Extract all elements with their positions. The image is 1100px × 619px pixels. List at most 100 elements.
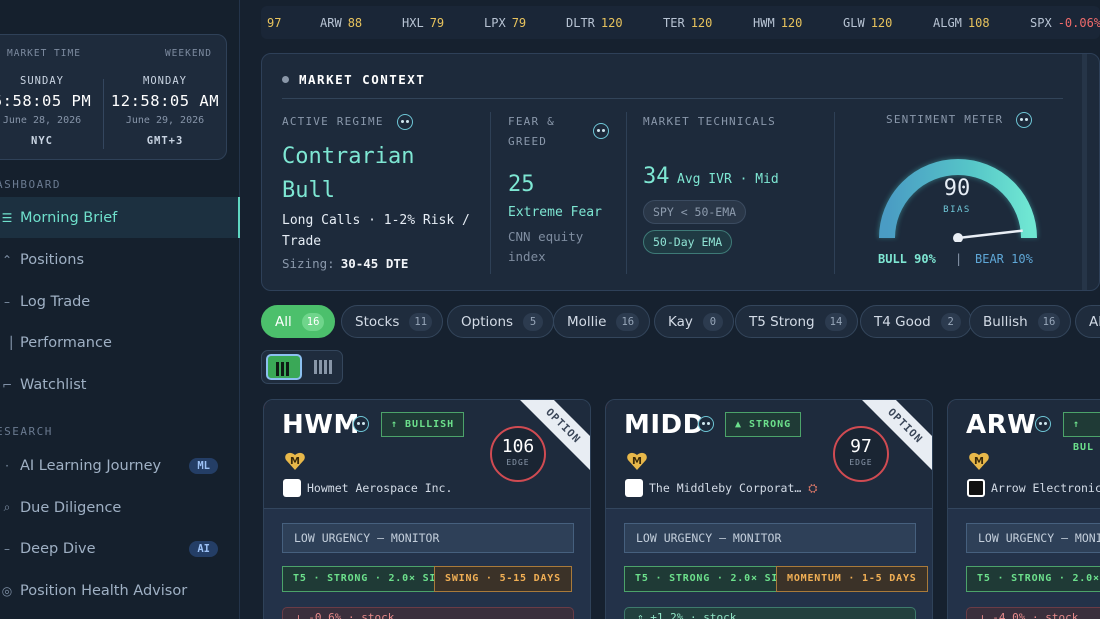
sentiment-caption: BIAS [943,205,971,215]
status-dot [282,76,289,83]
ivr-value: 34 [643,164,670,189]
signal-badge: ↑ BULLISH [381,412,465,437]
ticker-bar: 97 ARW 88 HXL 79 LPX 79 DLTR 120 TER 120 HWM 1… [261,6,1100,39]
heart-badge-icon: M [285,452,305,470]
sidebar-item-ai-learning-journey[interactable]: · AI Learning Journey ML [0,445,240,486]
ticker-item[interactable]: ARW 88 [320,16,362,30]
ticker-item[interactable]: SPX -0.06% [1030,16,1100,30]
info-face-icon[interactable] [593,123,609,139]
fear-greed-heading: FEAR & GREED [508,115,555,148]
market-clock: MARKET TIME WEEKEND SUNDAY 5:58:05 PM Ju… [0,34,227,160]
sidebar-item-label: Performance [20,334,112,351]
fear-greed-value: 25 [508,172,535,197]
dive-icon: – [4,541,10,556]
view-4-col-button[interactable] [308,354,338,380]
clock-day: MONDAY [143,75,187,87]
sentiment-value: 90 [943,176,971,201]
columns-icon [314,360,332,374]
regime-subtitle: Long Calls · 1-2% Risk / Trade [282,213,470,249]
timeframe-tag: MOMENTUM · 1-5 DAYS [776,566,928,592]
svg-text:M: M [974,456,984,467]
filter-chip-bullish[interactable]: Bullish 16 [969,305,1072,338]
performance-icon: ▕ [2,335,12,350]
chart-icon: ⌃ [1,252,13,267]
clock-date: June 28, 2026 [2,115,82,126]
health-icon: ◎ [1,583,13,598]
urgency-banner: LOW URGENCY — MONITOR [624,523,916,553]
company-name: Arrow Electronic [991,481,1100,495]
ai-badge: AI [189,540,218,557]
trade-card-arw[interactable]: ARW ↑ BUL M Arrow Electronic LOW URGENCY… [947,399,1100,619]
trade-card-hwm[interactable]: HWM ↑ BULLISH M Howmet Aerospace Inc. 10… [263,399,591,619]
info-face-icon[interactable] [1035,416,1051,432]
info-face-icon[interactable] [353,416,369,432]
ticker-item[interactable]: 97 [267,16,281,30]
list-icon: ☰ [1,210,13,225]
company-logo-icon [283,479,301,497]
sidebar-item-label: Log Trade [20,293,91,310]
ticker-item[interactable]: GLW 120 [843,16,892,30]
search-icon: ⌕ [3,500,11,514]
edge-score: 106 EDGE [490,426,546,482]
urgency-banner: LOW URGENCY — MONITO [966,523,1100,553]
ticker-item[interactable]: ALGM 108 [933,16,990,30]
divider [834,112,835,274]
sidebar-item-watchlist[interactable]: ⌐ Watchlist [0,364,240,405]
sidebar-item-label: Positions [20,251,85,268]
view-toggle [261,350,343,384]
company-logo-icon [625,479,643,497]
clock-header-right: WEEKEND [164,48,212,59]
sidebar-item-due-diligence[interactable]: ⌕ Due Diligence [0,487,240,528]
clock-time: 5:58:05 PM [0,92,92,110]
clock-header-left: MARKET TIME [7,48,81,59]
filter-chip-t4-good[interactable]: T4 Good 2 [860,305,972,338]
ticker-symbol: HWM [282,410,360,440]
ticker-item[interactable]: DLTR 120 [566,16,623,30]
company-logo-icon [967,479,985,497]
sidebar: MARKET TIME WEEKEND SUNDAY 5:58:05 PM Ju… [0,0,240,619]
spy-ema-pill: SPY < 50-EMA [643,200,747,224]
signal-badge: ↑ BUL [1063,412,1100,453]
filter-chip-kay[interactable]: Kay 0 [654,305,734,338]
sidebar-item-deep-dive[interactable]: – Deep Dive AI [0,528,240,569]
ticker-item[interactable]: LPX 79 [484,16,526,30]
filter-chip-stocks[interactable]: Stocks 11 [341,305,444,338]
technicals-heading: MARKET TECHNICALS [643,115,776,128]
columns-icon [276,362,289,376]
trade-card-midd[interactable]: MIDD ▲ STRONG M The Middleby Corporat… ⛭… [605,399,933,619]
filter-chip-all[interactable]: All 16 [261,305,336,338]
ticker-item[interactable]: TER 120 [663,16,712,30]
info-face-icon[interactable] [1016,112,1033,128]
market-context-panel: MARKET CONTEXT ACTIVE REGIME Contrarian B… [261,53,1100,291]
sidebar-item-positions[interactable]: ⌃ Positions [0,239,240,280]
ticker-item[interactable]: HXL 79 [402,16,444,30]
sidebar-item-performance[interactable]: ▕ Performance [0,322,240,363]
info-face-icon[interactable] [698,416,714,432]
fear-greed-source: CNN equity index [508,229,584,264]
clock-date: June 29, 2026 [125,115,205,126]
ml-badge: ML [189,457,218,474]
sidebar-item-morning-brief[interactable]: ☰ Morning Brief [0,197,240,238]
edge-score: 97 EDGE [833,426,889,482]
clock-divider [103,79,104,149]
filter-chip-t5-strong[interactable]: T5 Strong 14 [735,305,859,338]
section-label-research: ESEARCH [0,425,53,438]
filter-chip-more[interactable]: Al [1075,305,1100,338]
sidebar-item-position-health-advisor[interactable]: ◎ Position Health Advisor [0,570,240,611]
sidebar-item-log-trade[interactable]: – Log Trade [0,281,240,322]
filter-chip-options[interactable]: Options 5 [447,305,555,338]
gauge-needle [957,229,1023,240]
clock-time: 12:58:05 AM [110,92,220,110]
view-3-col-button[interactable] [266,354,302,380]
svg-text:M: M [290,456,300,467]
clock-nyc: SUNDAY 5:58:05 PM June 28, 2026 NYC [0,75,101,147]
divider [626,112,627,274]
filter-chip-mollie[interactable]: Mollie 16 [553,305,651,338]
sidebar-item-label: Watchlist [20,376,87,393]
sizing: Sizing: 30-45 DTE [282,256,409,271]
divider [490,112,491,274]
info-face-icon[interactable] [396,114,413,130]
price-change: ⇑ +1.2% · stock [624,607,916,619]
ticker-item[interactable]: HWM 120 [753,16,802,30]
tier-tag: T5 · STRONG · 2.0× SIZE [966,566,1100,592]
